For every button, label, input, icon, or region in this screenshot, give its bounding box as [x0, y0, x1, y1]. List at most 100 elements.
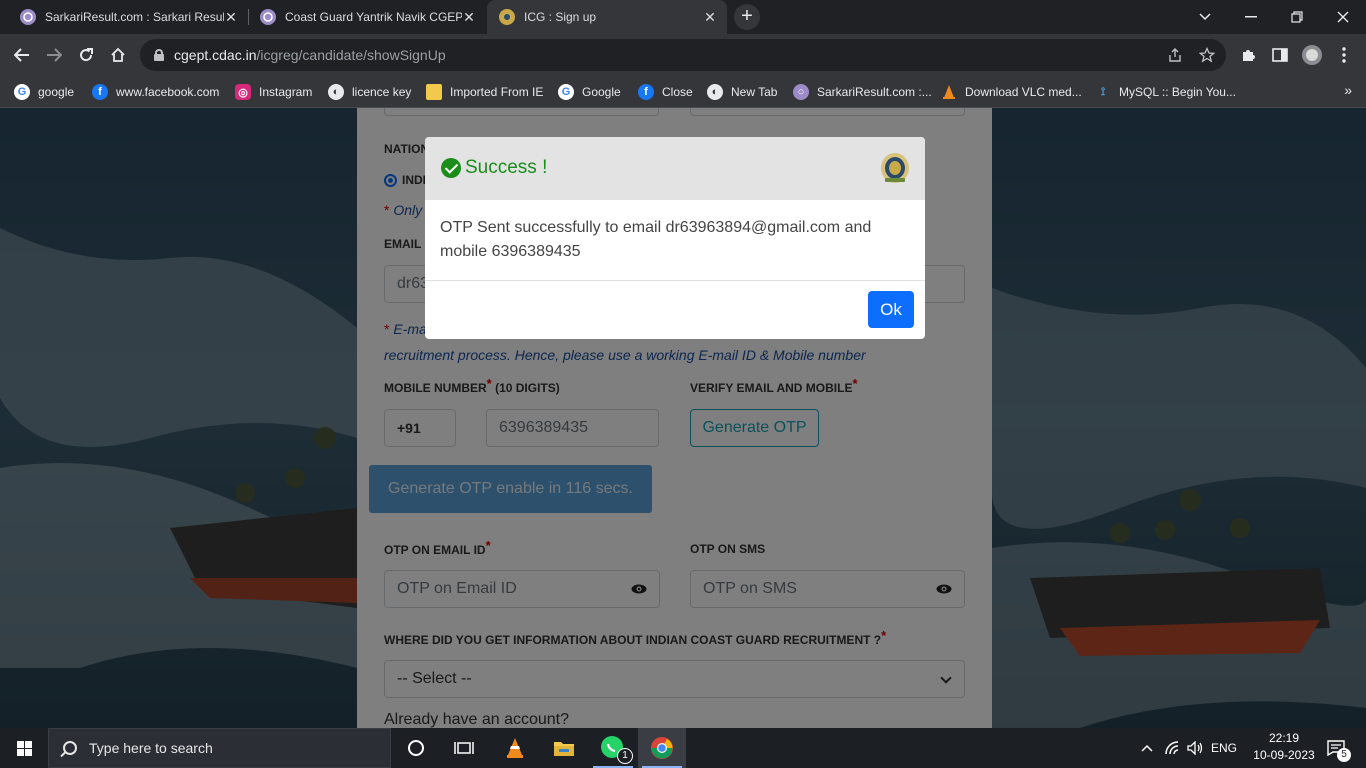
bookmark-label: Instagram [259, 85, 313, 99]
bookmark-label: licence key [352, 85, 412, 99]
sarkari-favicon [260, 9, 276, 25]
bookmark-label: Download VLC med... [965, 85, 1082, 99]
dialog-title: Success ! [465, 157, 548, 178]
globe-icon: ◐ [707, 84, 723, 100]
whatsapp-app-icon[interactable]: 1 [589, 728, 637, 768]
clock-date: 10-09-2023 [1253, 748, 1315, 762]
bookmark-new-tab[interactable]: ◐ New Tab [707, 82, 777, 102]
success-dialog: Success ! OTP Sent successfully to email… [425, 137, 925, 339]
restore-icon[interactable] [1274, 0, 1320, 34]
url-path: /icgreg/candidate/showSignUp [256, 47, 446, 63]
tab-search-chevron-icon[interactable] [1182, 0, 1228, 34]
icg-favicon [499, 9, 515, 25]
bookmark-close[interactable]: f Close [638, 82, 693, 102]
menu-kebab-icon[interactable] [1330, 41, 1358, 69]
task-view-icon[interactable] [440, 728, 488, 768]
bookmark-vlc[interactable]: Download VLC med... [941, 82, 1082, 102]
ok-button[interactable]: Ok [868, 291, 914, 328]
google-icon: G [14, 84, 30, 100]
bookmark-facebook[interactable]: f www.facebook.com [92, 82, 219, 102]
clock-time: 22:19 [1268, 731, 1300, 745]
lock-icon[interactable] [154, 49, 164, 61]
close-window-icon[interactable] [1320, 0, 1366, 34]
new-tab-button[interactable]: + [734, 4, 760, 30]
url-host: cgept.cdac.in [174, 47, 257, 63]
close-tab-icon[interactable]: ✕ [703, 9, 717, 26]
bookmark-google[interactable]: Ggoogle [14, 82, 74, 102]
share-icon[interactable] [1166, 46, 1184, 64]
notification-count-badge: 5 [1337, 748, 1351, 762]
profile-avatar[interactable] [1298, 41, 1326, 69]
tab-title: Coast Guard Yantrik Navik CGEPT [285, 10, 462, 24]
bookmark-star-icon[interactable] [1198, 46, 1216, 64]
cortana-icon[interactable] [392, 728, 440, 768]
home-icon[interactable] [104, 41, 132, 69]
dialog-divider [425, 280, 925, 281]
dialog-message: OTP Sent successfully to email dr6396389… [440, 219, 872, 260]
tab-title: ICG : Sign up [524, 10, 597, 24]
globe-icon: ◐ [328, 84, 344, 100]
search-icon [63, 741, 77, 755]
input-language[interactable]: ENG [1208, 728, 1240, 768]
close-tab-icon[interactable]: ✕ [224, 9, 238, 26]
windows-taskbar: Type here to search 1 ENG 22:19 10-09-20… [0, 728, 1366, 768]
google-icon: G [558, 84, 574, 100]
back-arrow-icon[interactable] [8, 41, 36, 69]
vlc-app-icon[interactable] [491, 728, 539, 768]
tab-strip: SarkariResult.com : Sarkari Result ✕ Coa… [0, 0, 1366, 34]
minimize-icon[interactable] [1228, 0, 1274, 34]
coast-guard-emblem-icon [881, 153, 909, 183]
bookmark-label: MySQL :: Begin You... [1119, 85, 1236, 99]
taskbar-search-placeholder: Type here to search [89, 740, 213, 756]
tab-icg-signup[interactable]: ICG : Sign up ✕ [487, 0, 727, 34]
chrome-app-icon[interactable] [638, 728, 686, 768]
whatsapp-badge: 1 [617, 748, 633, 764]
address-bar[interactable]: cgept.cdac.in/icgreg/candidate/showSignU… [140, 39, 1226, 71]
browser-toolbar: cgept.cdac.in/icgreg/candidate/showSignU… [0, 34, 1366, 76]
bookmark-label: Close [662, 85, 693, 99]
sarkari-icon: ○ [793, 84, 809, 100]
taskbar-search-box[interactable]: Type here to search [48, 728, 391, 768]
bookmark-label: Imported From IE [450, 85, 544, 99]
bookmark-label: google [38, 85, 75, 99]
reload-icon[interactable] [72, 41, 100, 69]
volume-speaker-icon[interactable] [1184, 728, 1208, 768]
bookmarks-bar: Ggoogle f www.facebook.com ◎ Instagram ◐ li… [0, 76, 1366, 108]
notification-center-icon[interactable]: 5 [1318, 728, 1354, 768]
ok-button-label: Ok [880, 299, 902, 319]
bookmark-label: Google [582, 85, 621, 99]
forward-arrow-icon[interactable] [40, 41, 68, 69]
tab-coast-guard[interactable]: Coast Guard Yantrik Navik CGEPT ✕ [248, 0, 486, 34]
show-hidden-icons-chevron-icon[interactable] [1136, 728, 1158, 768]
bookmark-licence-key[interactable]: ◐ licence key [328, 82, 411, 102]
instagram-icon: ◎ [235, 84, 251, 100]
bookmark-label: SarkariResult.com :... [817, 85, 932, 99]
bookmark-sarkari-result[interactable]: ○ SarkariResult.com :... [793, 82, 932, 102]
vlc-icon [941, 84, 957, 100]
bookmark-google-2[interactable]: G Google [558, 82, 621, 102]
more-bookmarks-chevron-icon[interactable]: » [1344, 82, 1352, 98]
facebook-icon: f [638, 84, 654, 100]
bookmark-label: www.facebook.com [116, 85, 220, 99]
sarkari-favicon [20, 9, 36, 25]
page-content: NATION INDI * Only EMAIL I dr63 * E-ma r… [0, 108, 1366, 728]
close-tab-icon[interactable]: ✕ [462, 9, 476, 26]
system-clock[interactable]: 22:19 10-09-2023 [1248, 730, 1320, 766]
extensions-puzzle-icon[interactable] [1234, 41, 1262, 69]
side-panel-icon[interactable] [1266, 41, 1294, 69]
bookmark-mysql[interactable]: ⟟ MySQL :: Begin You... [1095, 82, 1236, 102]
folder-icon [426, 84, 442, 100]
start-button[interactable] [0, 728, 48, 768]
success-check-icon [441, 158, 461, 178]
network-wifi-icon[interactable] [1160, 728, 1184, 768]
bookmark-imported-from-ie[interactable]: Imported From IE [426, 82, 543, 102]
tab-sarkari-result[interactable]: SarkariResult.com : Sarkari Result ✕ [8, 0, 248, 34]
facebook-icon: f [92, 84, 108, 100]
mysql-icon: ⟟ [1100, 85, 1106, 98]
dialog-header: Success ! [425, 137, 925, 200]
tab-title: SarkariResult.com : Sarkari Result [45, 10, 224, 24]
bookmark-instagram[interactable]: ◎ Instagram [235, 82, 312, 102]
windows-logo-icon [16, 740, 32, 756]
bookmark-label: New Tab [731, 85, 778, 99]
file-explorer-icon[interactable] [540, 728, 588, 768]
